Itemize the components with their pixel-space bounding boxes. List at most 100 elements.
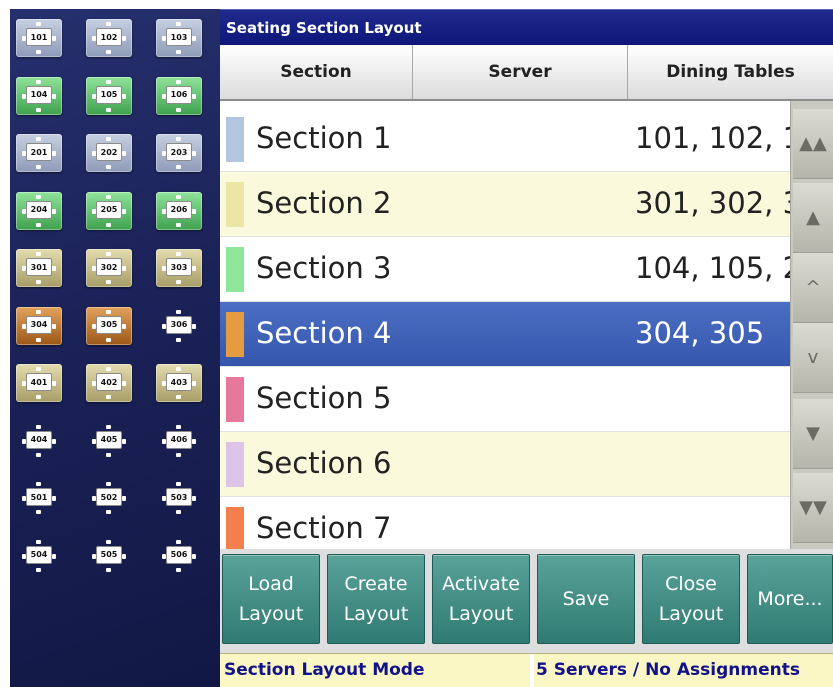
table-504[interactable]: 504 [14, 534, 64, 578]
table-106[interactable]: 106 [154, 74, 204, 118]
chair-icon [36, 22, 41, 26]
table-number: 106 [166, 85, 192, 104]
column-header-dining-tables[interactable]: Dining Tables [628, 45, 833, 99]
section-row[interactable]: Section 3 104, 105, 20 [220, 237, 790, 302]
section-row[interactable]: Section 6 [220, 432, 790, 497]
table-502[interactable]: 502 [84, 476, 134, 520]
table-number: 401 [26, 373, 52, 391]
chair-icon [192, 266, 196, 271]
create-layout-button[interactable]: Create Layout [327, 554, 425, 644]
table-403[interactable]: 403 [154, 361, 204, 405]
table-number: 105 [96, 85, 122, 104]
section-list: Section 1 101, 102, 10 Section 2 301, 302, … [220, 101, 790, 549]
table-number: 103 [166, 28, 192, 46]
table-401[interactable]: 401 [14, 361, 64, 405]
chair-icon [106, 337, 111, 342]
save-button[interactable]: Save [537, 554, 635, 644]
down-chevron-button[interactable]: v [793, 323, 833, 393]
chair-icon [106, 395, 111, 399]
table-number: 402 [96, 373, 122, 391]
chair-icon [36, 222, 41, 227]
table-406[interactable]: 406 [154, 419, 204, 463]
load-layout-button[interactable]: Load Layout [222, 554, 320, 644]
chair-icon [36, 539, 41, 544]
chair-icon [36, 107, 41, 112]
double-down-arrow-button[interactable]: ▼▼ [793, 473, 833, 543]
section-name: Section 5 [256, 381, 392, 415]
section-row[interactable]: Section 4 304, 305 [220, 302, 790, 367]
table-506[interactable]: 506 [154, 534, 204, 578]
close-layout-button[interactable]: Close Layout [642, 554, 740, 644]
button-label-line1: More... [757, 588, 823, 610]
section-row[interactable]: Section 5 [220, 367, 790, 432]
section-name: Section 4 [256, 316, 392, 350]
table-503[interactable]: 503 [154, 476, 204, 520]
table-105[interactable]: 105 [84, 74, 134, 118]
column-header-section[interactable]: Section [220, 45, 413, 99]
table-306[interactable]: 306 [154, 304, 204, 348]
chair-icon [176, 482, 181, 486]
table-303[interactable]: 303 [154, 246, 204, 290]
chair-icon [106, 194, 111, 199]
table-203[interactable]: 203 [154, 131, 204, 175]
table-305[interactable]: 305 [84, 304, 134, 348]
chair-icon [192, 36, 196, 41]
table-103[interactable]: 103 [154, 16, 204, 60]
chair-icon [36, 367, 41, 371]
table-number: 205 [96, 200, 122, 219]
table-205[interactable]: 205 [84, 189, 134, 233]
table-402[interactable]: 402 [84, 361, 134, 405]
table-405[interactable]: 405 [84, 419, 134, 463]
section-color-swatch [226, 117, 244, 162]
table-501[interactable]: 501 [14, 476, 64, 520]
up-arrow-button[interactable]: ▲ [793, 183, 833, 253]
section-row[interactable]: Section 2 301, 302, 30 [220, 172, 790, 237]
chair-icon [52, 496, 56, 501]
table-number: 404 [26, 430, 52, 449]
double-down-arrow-icon: ▼▼ [799, 497, 827, 518]
table-number: 102 [96, 28, 122, 46]
more-button[interactable]: More... [747, 554, 833, 644]
chair-icon [106, 567, 111, 572]
table-204[interactable]: 204 [14, 189, 64, 233]
section-name: Section 2 [256, 186, 392, 220]
table-number: 506 [166, 545, 192, 564]
table-number: 306 [166, 315, 192, 334]
double-up-arrow-button[interactable]: ▲▲ [793, 109, 833, 179]
status-mode: Section Layout Mode [224, 660, 425, 680]
chair-icon [106, 539, 111, 544]
chair-icon [36, 482, 41, 486]
chair-icon [52, 266, 56, 271]
chair-icon [36, 452, 41, 457]
table-206[interactable]: 206 [154, 189, 204, 233]
chair-icon [52, 36, 56, 41]
column-header-server[interactable]: Server [413, 45, 628, 99]
chair-icon [176, 510, 181, 514]
chair-icon [122, 381, 126, 386]
down-arrow-button[interactable]: ▼ [793, 399, 833, 469]
chair-icon [192, 553, 196, 559]
section-row[interactable]: Section 1 101, 102, 10 [220, 107, 790, 172]
column-header-row: Section Server Dining Tables [220, 45, 833, 101]
table-202[interactable]: 202 [84, 131, 134, 175]
chair-icon [192, 93, 196, 99]
section-color-swatch [226, 247, 244, 292]
table-404[interactable]: 404 [14, 419, 64, 463]
table-104[interactable]: 104 [14, 74, 64, 118]
table-304[interactable]: 304 [14, 304, 64, 348]
table-201[interactable]: 201 [14, 131, 64, 175]
section-row[interactable]: Section 7 [220, 497, 790, 549]
chair-icon [122, 93, 126, 99]
chair-icon [176, 452, 181, 457]
table-505[interactable]: 505 [84, 534, 134, 578]
table-302[interactable]: 302 [84, 246, 134, 290]
activate-layout-button[interactable]: Activate Layout [432, 554, 530, 644]
up-chevron-button[interactable]: ^ [793, 253, 833, 323]
table-301[interactable]: 301 [14, 246, 64, 290]
table-101[interactable]: 101 [14, 16, 64, 60]
table-102[interactable]: 102 [84, 16, 134, 60]
chair-icon [122, 208, 126, 214]
table-number: 502 [96, 488, 122, 506]
up-arrow-icon: ▲ [806, 207, 820, 228]
chair-icon [176, 539, 181, 544]
